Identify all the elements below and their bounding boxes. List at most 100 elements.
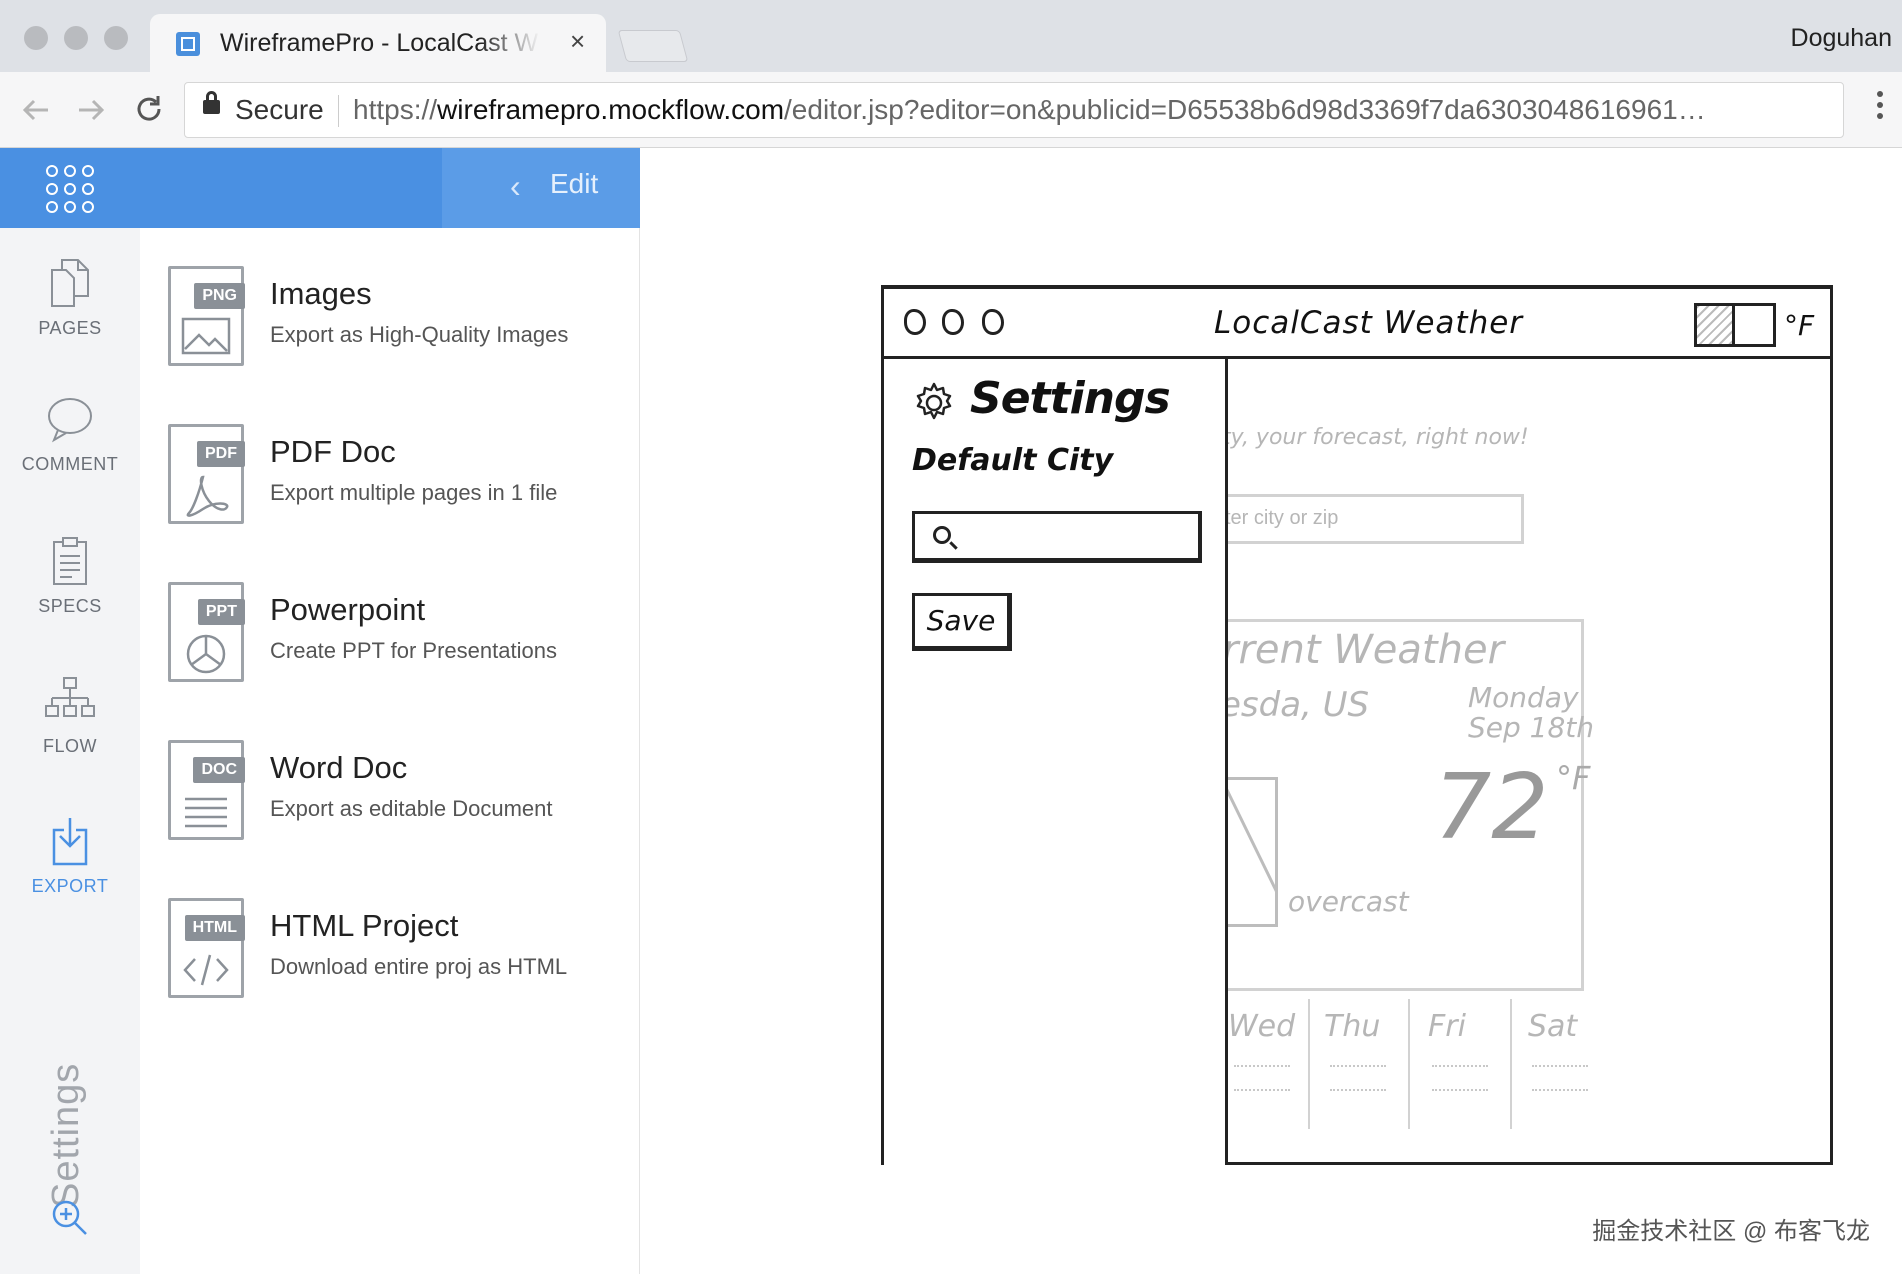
forecast-scribble <box>1234 1047 1290 1067</box>
weekday-text: Monday <box>1468 681 1579 714</box>
export-title: Word Doc <box>270 750 408 785</box>
app-menu-grid-icon[interactable] <box>46 165 94 213</box>
chevron-left-icon: ‹ <box>510 168 521 204</box>
code-brackets-icon <box>183 954 229 986</box>
window-minimize-button[interactable] <box>64 26 88 50</box>
current-weather-title: rrent Weather <box>1222 627 1505 673</box>
zoom-in-icon[interactable] <box>50 1198 90 1238</box>
file-badge: HTML <box>184 915 245 941</box>
default-city-search-input[interactable] <box>912 511 1202 563</box>
city-zip-placeholder: ter city or zip <box>1225 507 1339 529</box>
temperature-unit: °F <box>1556 759 1591 797</box>
url-host: wireframepro.mockflow.com <box>437 94 785 125</box>
forecast-divider <box>1510 999 1512 1129</box>
wireframepro-app: ‹ Edit PAGES COMMENT SPECS FLOW EXPORT S… <box>0 148 1902 1274</box>
acrobat-icon <box>186 475 229 517</box>
wireframe-window-dot <box>942 309 964 335</box>
back-arrow-icon[interactable] <box>20 94 52 126</box>
export-panel: PNG Images Export as High-Quality Images… <box>140 228 640 1274</box>
browser-tab-bar: WireframePro - LocalCast Wea × Doguhan <box>0 0 1902 72</box>
file-badge: DOC <box>193 757 245 783</box>
export-desc: Export multiple pages in 1 file <box>270 480 558 505</box>
browser-toolbar: Secure https://wireframepro.mockflow.com… <box>0 72 1902 148</box>
settings-vertical-tab[interactable]: Settings <box>45 1063 88 1208</box>
profile-name[interactable]: Doguhan <box>1791 24 1892 53</box>
tagline-text: ty, your forecast, right now! <box>1222 425 1529 450</box>
forecast-day: Fri <box>1428 1009 1466 1044</box>
rail-label-export: EXPORT <box>31 876 109 896</box>
export-option-powerpoint[interactable]: PPT Powerpoint Create PPT for Presentati… <box>168 582 628 692</box>
unit-label: °F <box>1784 309 1815 342</box>
unit-toggle-knob <box>1697 306 1735 344</box>
temperature-value: 72 <box>1434 755 1549 860</box>
settings-heading: Settings <box>970 373 1171 424</box>
secure-label: Secure <box>235 94 324 125</box>
date-text: Sep 18th <box>1468 711 1595 744</box>
rail-item-specs[interactable]: SPECS <box>0 536 140 617</box>
rail-item-export[interactable]: EXPORT <box>0 816 140 897</box>
export-option-pdf[interactable]: PDF PDF Doc Export multiple pages in 1 f… <box>168 424 628 534</box>
ppt-file-icon: PPT <box>168 582 245 682</box>
tab-close-icon[interactable]: × <box>570 26 585 57</box>
export-desc: Create PPT for Presentations <box>270 638 557 663</box>
window-zoom-button[interactable] <box>104 26 128 50</box>
forecast-scribble <box>1532 1071 1588 1091</box>
wireframe-window-dot <box>904 309 926 335</box>
rail-item-flow[interactable]: FLOW <box>0 676 140 757</box>
forecast-day: Wed <box>1228 1009 1296 1044</box>
rail-item-pages[interactable]: PAGES <box>0 256 140 339</box>
wireframe-app-title: LocalCast Weather <box>1214 305 1524 341</box>
file-badge: PPT <box>197 599 245 625</box>
forecast-day: Thu <box>1324 1009 1381 1044</box>
html-file-icon: HTML <box>168 898 245 998</box>
rail-label-flow: FLOW <box>43 736 97 756</box>
flow-sitemap-icon <box>45 677 95 717</box>
url-path: /editor.jsp?editor=on&publicid=D65538b6d… <box>784 94 1706 125</box>
window-close-button[interactable] <box>24 26 48 50</box>
export-option-images[interactable]: PNG Images Export as High-Quality Images <box>168 266 628 376</box>
unit-toggle-switch[interactable] <box>1694 303 1776 347</box>
new-tab-button[interactable] <box>617 30 689 62</box>
search-icon <box>933 526 951 544</box>
watermark-text: 掘金技术社区 @ 布客飞龙 <box>1592 1218 1870 1245</box>
file-badge: PNG <box>194 283 245 309</box>
export-desc: Download entire proj as HTML <box>270 954 568 979</box>
rail-label-pages: PAGES <box>38 318 102 338</box>
browser-menu-icon[interactable] <box>1868 86 1892 134</box>
rail-item-comment[interactable]: COMMENT <box>0 396 140 475</box>
left-icon-rail: PAGES COMMENT SPECS FLOW EXPORT Settings <box>0 228 140 1274</box>
tab-title-fade <box>480 24 540 64</box>
export-desc: Export as High-Quality Images <box>270 322 569 347</box>
editor-canvas[interactable]: LocalCast Weather °F ty, your forecast, … <box>640 148 1902 1274</box>
specs-clipboard-icon <box>53 537 87 585</box>
browser-tab-active[interactable]: WireframePro - LocalCast Wea × <box>150 14 606 72</box>
image-icon <box>181 317 231 355</box>
export-option-html[interactable]: HTML HTML Project Download entire proj a… <box>168 898 628 1008</box>
export-option-word[interactable]: DOC Word Doc Export as editable Document <box>168 740 628 850</box>
forecast-scribble <box>1432 1047 1488 1067</box>
url-text[interactable]: https://wireframepro.mockflow.com/editor… <box>353 94 1833 126</box>
forecast-divider <box>1308 999 1310 1129</box>
pie-chart-icon <box>186 634 226 674</box>
export-title: PDF Doc <box>270 434 396 469</box>
forward-arrow-icon[interactable] <box>75 94 107 126</box>
address-bar-divider <box>338 95 339 127</box>
forecast-scribble <box>1432 1071 1488 1091</box>
wireframe-window-dot <box>982 309 1004 335</box>
edit-button[interactable]: ‹ Edit <box>442 148 640 228</box>
condition-text: overcast <box>1288 885 1409 918</box>
wireframe-window[interactable]: LocalCast Weather °F ty, your forecast, … <box>881 285 1833 1165</box>
city-zip-input[interactable]: ter city or zip <box>1204 494 1524 544</box>
url-scheme: https:// <box>353 94 438 125</box>
export-download-icon <box>52 818 88 866</box>
wireframe-settings-panel[interactable]: Settings Default City Save <box>884 359 1228 1165</box>
gear-icon <box>916 382 952 420</box>
text-lines-icon <box>185 797 227 828</box>
doc-file-icon: DOC <box>168 740 245 840</box>
reload-icon[interactable] <box>132 92 166 126</box>
address-bar[interactable]: Secure https://wireframepro.mockflow.com… <box>184 82 1844 138</box>
wireframe-titlebar: LocalCast Weather °F <box>884 289 1830 359</box>
default-city-label: Default City <box>912 443 1114 478</box>
save-button[interactable]: Save <box>912 593 1012 651</box>
export-desc: Export as editable Document <box>270 796 553 821</box>
